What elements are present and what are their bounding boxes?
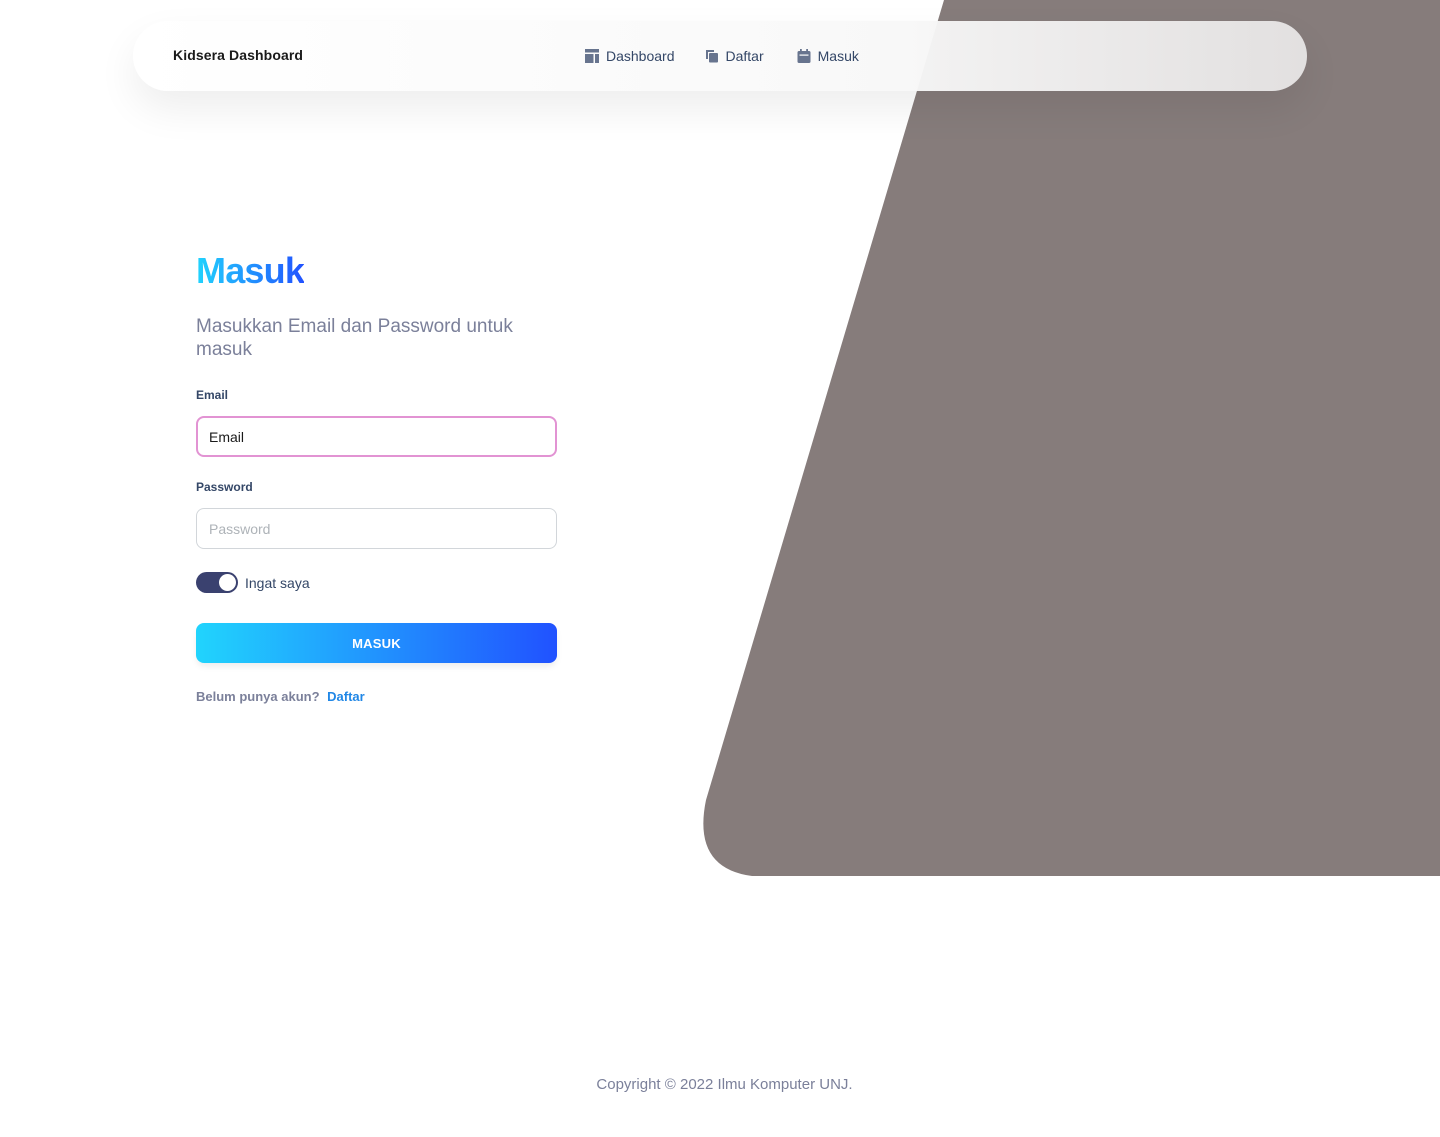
submit-button[interactable]: MASUK [196, 623, 557, 663]
toggle-knob [219, 574, 236, 591]
nav-links: Dashboard Daftar Masuk [585, 46, 859, 66]
login-page: Kidsera Dashboard Dashboard Daftar Masuk… [0, 0, 1440, 1137]
password-label: Password [196, 480, 253, 494]
signup-prompt: Belum punya akun? [196, 689, 320, 704]
nav-item-masuk[interactable]: Masuk [797, 48, 859, 64]
remember-me-toggle[interactable] [196, 572, 238, 593]
login-subtitle: Masukkan Email dan Password untuk masuk [196, 316, 513, 360]
nav-label-dashboard: Dashboard [606, 48, 675, 64]
footer-copyright: Copyright © 2022 Ilmu Komputer UNJ. [596, 1076, 853, 1093]
nav-label-masuk: Masuk [817, 48, 859, 64]
signup-link[interactable]: Daftar [327, 689, 365, 704]
top-navbar: Kidsera Dashboard Dashboard Daftar Masuk [133, 21, 1307, 91]
nav-label-daftar: Daftar [725, 48, 764, 64]
nav-item-dashboard[interactable]: Dashboard [585, 48, 675, 64]
password-field[interactable] [196, 508, 557, 549]
remember-me-row: Ingat saya [196, 572, 557, 593]
page-title: Masuk [196, 250, 305, 291]
brand-name[interactable]: Kidsera Dashboard [173, 47, 303, 63]
email-label: Email [196, 388, 229, 402]
signup-row: Belum punya akun? Daftar [196, 689, 557, 704]
login-form: Masuk Masukkan Email dan Password untuk … [196, 249, 557, 704]
remember-me-label[interactable]: Ingat saya [245, 575, 310, 591]
calendar-icon [797, 49, 811, 63]
dashboard-icon [585, 49, 599, 63]
email-field[interactable] [196, 416, 557, 457]
nav-item-daftar[interactable]: Daftar [705, 48, 764, 64]
copy-icon [705, 49, 719, 63]
